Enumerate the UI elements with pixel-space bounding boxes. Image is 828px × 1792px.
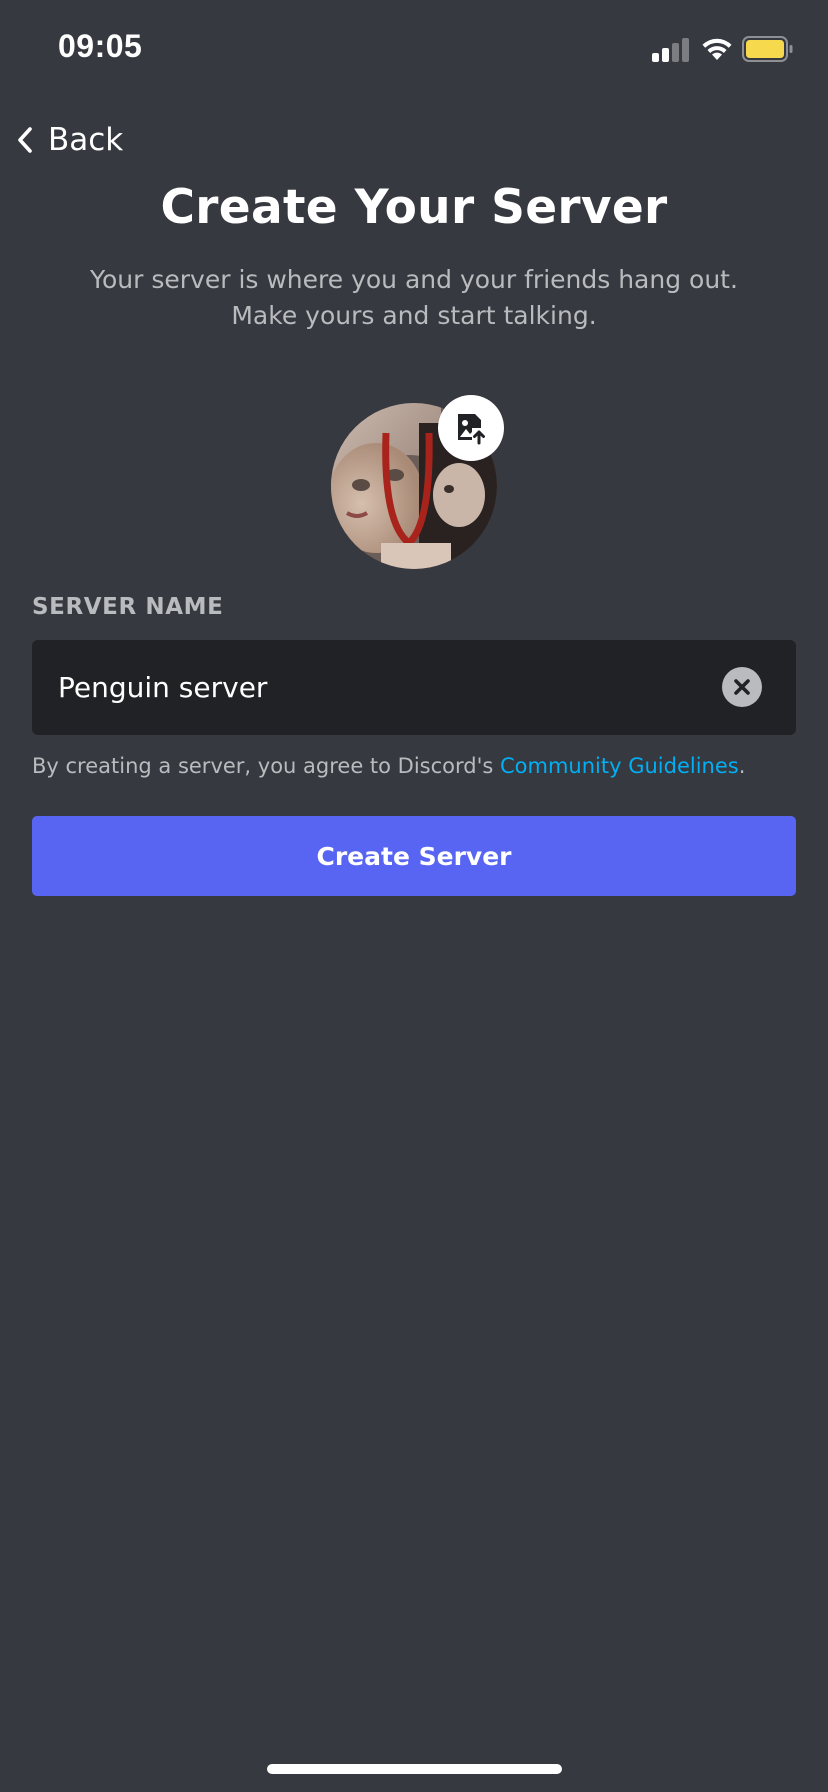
subtitle-line-1: Your server is where you and your friend… (90, 265, 738, 294)
status-time: 09:05 (58, 28, 143, 64)
subtitle-line-2: Make yours and start talking. (231, 301, 597, 330)
server-icon-picker[interactable] (331, 395, 504, 569)
status-bar: 09:05 (0, 0, 828, 100)
back-button[interactable]: Back (14, 118, 123, 162)
chevron-left-icon (18, 127, 32, 153)
community-guidelines-link[interactable]: Community Guidelines (500, 754, 739, 778)
cellular-signal-icon (652, 38, 690, 62)
home-indicator (267, 1764, 562, 1774)
page-title: Create Your Server (160, 180, 668, 235)
close-icon (734, 679, 750, 695)
image-upload-icon (458, 414, 485, 445)
create-server-button[interactable]: Create Server (32, 816, 796, 896)
agreement-prefix: By creating a server, you agree to Disco… (32, 754, 500, 778)
wifi-icon (700, 36, 734, 62)
agreement-suffix: . (738, 754, 746, 778)
clear-input-button[interactable] (722, 667, 762, 707)
server-name-label: SERVER NAME (32, 594, 224, 620)
battery-icon (742, 36, 794, 62)
page-subtitle: Your server is where you and your friend… (40, 262, 788, 334)
back-label: Back (48, 122, 124, 158)
server-name-field[interactable] (32, 640, 796, 735)
agreement-text: By creating a server, you agree to Disco… (32, 754, 812, 778)
upload-image-button[interactable] (438, 395, 504, 461)
server-name-input[interactable] (58, 640, 718, 735)
